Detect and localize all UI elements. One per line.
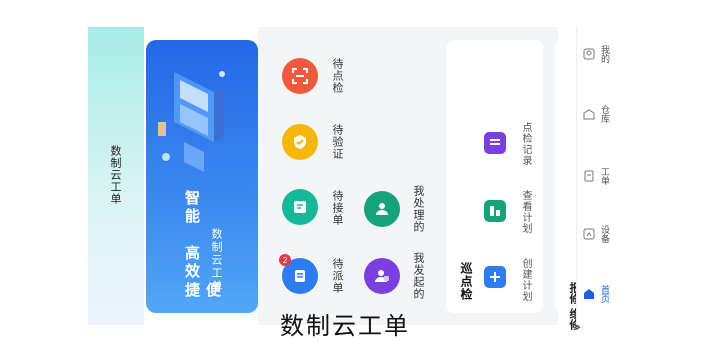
app-title: 数制云工单	[109, 145, 122, 205]
tab-profile[interactable]: 我的	[577, 45, 617, 63]
quick-action-pending-dispatch[interactable]: 2	[279, 254, 318, 294]
tab-label-profile: 我的	[599, 45, 609, 63]
quick-actions: 待点检 待验证 待接单 2 待派单 我处理的 我发起的	[265, 40, 440, 313]
quick-label-my-initiated: 我发起的	[412, 252, 425, 300]
quick-action-pending-inspection[interactable]	[282, 58, 318, 94]
quick-label-my-handled: 我处理的	[412, 185, 425, 233]
initiate-user-icon	[364, 258, 400, 294]
quick-action-my-initiated[interactable]	[364, 258, 400, 294]
check-shield-icon	[282, 124, 318, 160]
image-caption: 数制云工单	[280, 312, 410, 340]
tab-label-home: 首页	[599, 285, 609, 303]
quick-action-my-handled[interactable]	[364, 191, 400, 227]
patrol-title: 巡点检	[459, 262, 473, 301]
tab-device[interactable]: 设备	[577, 225, 617, 243]
patrol-card: 巡点检 点检记录 查看计划 创建计划	[446, 40, 543, 313]
profile-icon	[583, 48, 595, 60]
tab-label-warehouse: 仓库	[599, 105, 609, 123]
quick-action-pending-accept[interactable]	[282, 189, 318, 225]
quick-label-pending-inspection: 待点检	[331, 58, 344, 94]
scan-icon	[282, 58, 318, 94]
warehouse-icon	[583, 109, 595, 120]
tab-home[interactable]: 首页	[577, 285, 617, 303]
patrol-create-plan-button[interactable]	[484, 266, 506, 288]
tab-workorder[interactable]: 工单	[577, 167, 617, 185]
bottom-tab-bar: 我的 仓库 工单 设备 首页	[576, 27, 617, 325]
handle-user-icon	[364, 191, 400, 227]
home-icon	[584, 289, 594, 299]
workorder-icon	[584, 170, 594, 182]
patrol-view-plan-label: 查看计划	[520, 190, 531, 234]
quick-action-pending-verify[interactable]	[282, 124, 318, 160]
banner-slogan-2: 高效	[183, 245, 201, 281]
promo-banner[interactable]: 智能 高效 便捷 数制云工单	[146, 40, 258, 313]
tab-warehouse[interactable]: 仓库	[577, 105, 617, 123]
quick-label-pending-dispatch: 待派单	[331, 258, 344, 294]
view-plan-icon	[484, 200, 506, 222]
banner-subtitle: 数制云工单	[210, 228, 223, 293]
dashboard-illustration	[158, 71, 225, 172]
banner-slogan-1: 智能	[183, 190, 201, 226]
patrol-record-button[interactable]	[484, 132, 506, 154]
record-icon	[484, 132, 506, 154]
add-plan-icon	[484, 266, 506, 288]
repair-card-peek[interactable]	[555, 40, 575, 313]
tab-label-device: 设备	[599, 225, 609, 243]
device-icon	[583, 228, 595, 240]
pending-dispatch-badge: 2	[279, 254, 291, 266]
tab-label-workorder: 工单	[599, 167, 609, 185]
patrol-create-plan-label: 创建计划	[520, 258, 531, 302]
receive-doc-icon	[282, 189, 318, 225]
quick-label-pending-verify: 待验证	[331, 124, 344, 160]
patrol-view-plan-button[interactable]	[484, 200, 506, 222]
quick-label-pending-accept: 待接单	[331, 190, 344, 226]
patrol-record-label: 点检记录	[520, 122, 531, 166]
